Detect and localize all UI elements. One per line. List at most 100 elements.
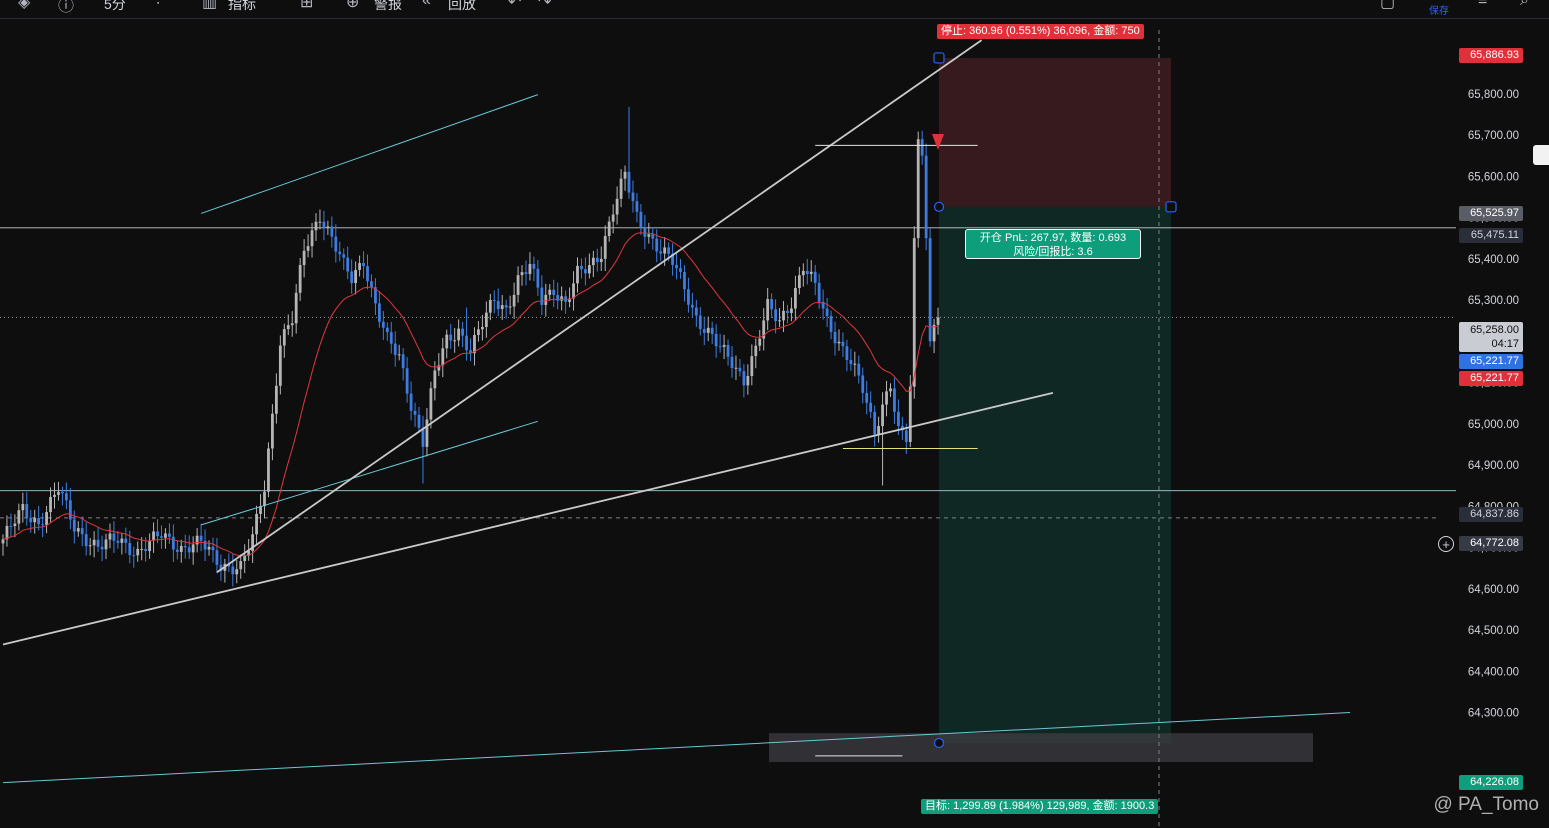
candle-body [318,221,322,223]
candle-body [702,329,706,333]
target-zone [939,206,1171,744]
candle-body [687,289,690,305]
price-tag-ask: 65,221.77 [1459,371,1523,386]
candle-body [144,548,148,552]
candle-body [897,411,900,426]
alert-button[interactable]: 警报 [374,0,402,14]
candle-body [786,310,789,313]
stop-zone [939,57,1171,207]
candle-body [746,375,750,386]
candle-body [449,334,453,341]
candle-body [706,327,710,333]
candle-body [861,375,865,393]
indicators-button[interactable]: 指标 [228,0,256,14]
candle-body [152,531,155,541]
candle-body [484,312,488,327]
candle-body [742,371,746,386]
candle-body [215,550,219,565]
candle-body [659,251,663,254]
save-button[interactable]: 保存 [1429,2,1449,17]
candle-body [492,300,496,302]
candle-body [211,546,215,551]
candle-body [881,404,884,427]
menu-icon[interactable]: ≡ [1478,0,1487,10]
candle-body [916,139,920,239]
candle-body [809,271,813,274]
candle-body [865,392,869,403]
candle-body [338,251,342,255]
search-icon[interactable]: ⌕ [1520,0,1529,10]
candle-body [683,271,686,290]
candle-body [817,282,821,302]
candle-body [619,178,623,199]
candle-body [116,540,120,543]
candle-body [183,545,187,548]
candle-body [790,308,793,313]
candle-body [13,523,17,526]
candle-body [68,500,72,520]
interval-button[interactable]: 5分 [104,0,126,14]
candle-body [310,230,314,247]
y-tick-label: 64,300.00 [1468,708,1519,720]
candle-body [794,287,797,309]
candle-body [203,540,207,550]
candle-body [164,533,167,538]
candle-body [425,419,429,447]
y-tick-label: 64,600.00 [1468,584,1519,596]
candle-body [409,393,413,411]
candle-body [849,360,853,365]
candle-body [53,494,56,497]
alert-flag-icon[interactable] [1533,145,1549,165]
price-tag-target: 64,226.08 [1459,775,1523,790]
candle-body [512,294,516,307]
position-handle [933,52,945,64]
chevron-icon[interactable]: ◈ [18,0,30,12]
crosshair-plus-icon[interactable]: + [1438,536,1454,552]
candle-body [857,363,861,376]
layout-icon[interactable]: ⊞ [300,0,313,12]
candle-body [37,518,41,525]
candle-body [362,263,365,267]
candle-body [207,546,211,550]
candle-body [298,265,302,293]
candle-body [481,326,484,330]
replay-button[interactable]: 回放 [448,0,476,14]
candle-body [639,211,643,228]
candle-body [72,519,76,532]
candle-body [199,535,203,541]
candle-body [679,268,682,272]
price-chart[interactable]: 64,300.00 64,400.00 64,500.00 64,600.00 64,7… [0,0,1549,828]
candle-body [381,321,385,328]
candle-body [500,305,504,310]
candle-body [326,226,330,228]
undo-icon[interactable]: ↶ [508,0,521,12]
candle-body [179,545,183,552]
candle-body [92,539,96,546]
candle-body [782,310,785,321]
candle-body [912,238,916,387]
info-icon[interactable]: ⓘ [58,0,74,16]
candle-body [611,214,615,222]
candle-body [278,345,282,386]
candle-body [346,257,350,272]
candle-body [738,367,742,372]
pnl-line-2: 风险/回报比: 3.6 [1013,246,1093,258]
candle-body [726,344,730,357]
candle-body [417,414,421,428]
candle-body [132,555,136,557]
candle-body [366,266,369,282]
price-tag-hline-upper: 65,475.11 [1459,228,1523,243]
position-handle [933,737,945,749]
price-tag-hline-lower: 64,837.86 [1459,507,1523,522]
candle-body [286,325,290,330]
candle-body [893,388,896,412]
candle-type-icon[interactable]: ⫶ [156,0,160,10]
window-icon[interactable]: ▢ [1380,0,1395,12]
price-tag-crosshair: 64,772.08 [1459,536,1523,551]
redo-icon[interactable]: ↷ [538,0,551,12]
candle-body [377,303,381,322]
candle-body [175,549,179,552]
candle-body [548,289,552,295]
candle-body [853,363,857,365]
candle-body [528,263,532,275]
